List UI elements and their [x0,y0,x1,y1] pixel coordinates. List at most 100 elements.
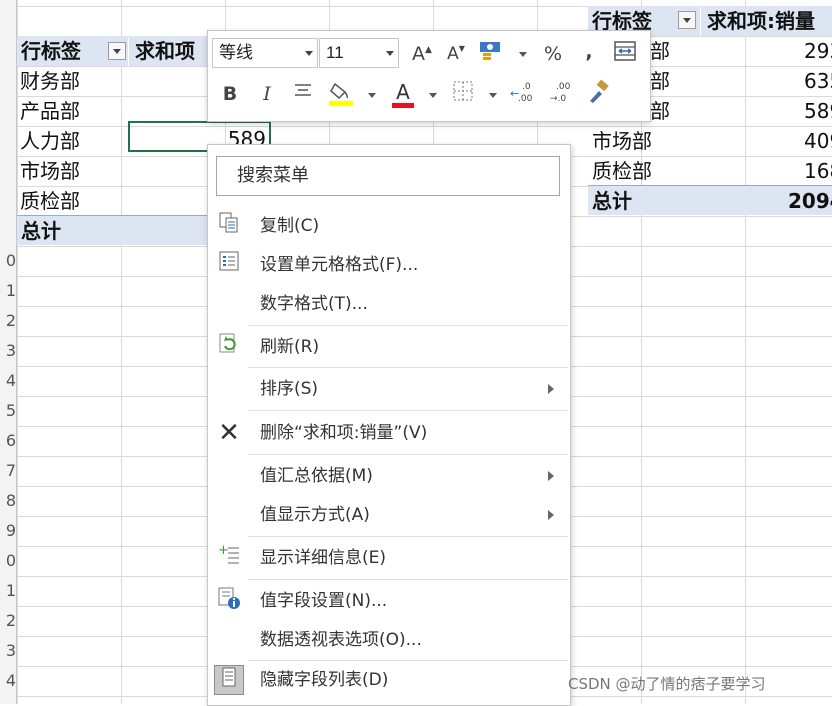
right-pivot-row-name[interactable]: 部 [650,96,700,126]
row-number[interactable]: 4 [0,366,16,396]
font-color-dropdown[interactable] [428,80,438,110]
row-number[interactable]: 9 [0,516,16,546]
left-pivot-row-name[interactable]: 人力部 [20,126,128,156]
align-center-button[interactable] [288,79,318,109]
menu-item-format-cells[interactable]: 设置单元格格式(F)... [208,246,570,284]
submenu-arrow-icon [548,471,554,481]
mini-format-toolbar: 等线 11 A▲ A▼ % , B I A ← .0 .00 .00 →.0 [207,30,651,122]
borders-dropdown[interactable] [488,80,498,110]
left-pivot-row-name[interactable]: 产品部 [20,96,128,126]
left-pivot-row-name[interactable]: 市场部 [20,156,128,186]
menu-item-show-details[interactable]: + 显示详细信息(E) [208,539,570,577]
fill-color-swatch [329,101,353,106]
menu-item-pivot-options[interactable]: 数据透视表选项(O)... [208,621,570,659]
menu-item-label: 设置单元格格式(F)... [260,255,419,275]
row-number[interactable]: 3 [0,336,16,366]
menu-separator [248,579,568,580]
chevron-down-icon [305,51,313,56]
menu-search-input[interactable]: 搜索菜单 [216,156,560,196]
submenu-arrow-icon [548,384,554,394]
row-number[interactable]: 8 [0,486,16,516]
menu-item-label: 复制(C) [260,216,320,236]
menu-item-label: 删除“求和项:销量”(V) [260,423,428,443]
show-details-icon: + [214,543,244,573]
borders-button[interactable] [448,79,478,109]
right-pivot-row-name[interactable]: 市场部 [592,126,700,156]
menu-item-label: 数据透视表选项(O)... [260,630,422,650]
merge-center-button[interactable] [610,39,640,69]
fill-color-button[interactable] [326,79,356,109]
right-pivot-value-header[interactable]: 求和项:销量 [701,6,832,36]
right-pivot-total-value: 2094 [788,189,832,213]
menu-item-label: 值字段设置(N)... [260,591,388,611]
right-pivot-row-name[interactable]: 质检部 [592,156,700,186]
menu-item-label: 刷新(R) [260,337,320,357]
menu-item-value-field-settings[interactable]: 值字段设置(N)... [208,582,570,620]
context-menu: 搜索菜单 复制(C) 设置单元格格式(F)... 数字格式(T)... 刷新(R… [207,144,571,706]
row-number[interactable]: 2 [0,306,16,336]
comma-style-button[interactable]: , [574,37,604,67]
delete-x-icon: ✕ [218,418,240,448]
menu-item-number-format[interactable]: 数字格式(T)... [208,285,570,323]
row-number[interactable]: 5 [0,396,16,426]
right-pivot-row-name[interactable]: 部 [650,36,700,66]
accounting-format-icon [480,42,500,60]
format-cells-icon [214,250,244,280]
shrink-font-button[interactable]: A▼ [441,39,471,69]
field-list-icon [214,665,244,695]
menu-item-label: 排序(S) [260,379,319,399]
menu-separator [248,536,568,537]
right-pivot-row-value[interactable]: 409 [804,126,832,156]
refresh-icon [214,332,244,362]
menu-item-hide-field-list[interactable]: 隐藏字段列表(D) [208,661,570,699]
grow-font-button[interactable]: A▲ [407,39,437,69]
decrease-decimal-button[interactable]: .00 →.0 [546,79,576,109]
bold-button[interactable]: B [215,79,245,109]
left-pivot-value-header[interactable]: 求和项 [129,36,207,66]
row-number[interactable]: 7 [0,456,16,486]
accounting-format-dropdown[interactable] [518,39,528,69]
right-pivot-row-name[interactable]: 部 [650,66,700,96]
menu-item-show-values-as[interactable]: 值显示方式(A) [208,496,570,534]
menu-item-copy[interactable]: 复制(C) [208,207,570,245]
left-pivot-row-name[interactable]: 质检部 [20,186,128,216]
italic-button[interactable]: I [252,79,282,109]
menu-item-label: 值显示方式(A) [260,505,370,525]
row-number[interactable]: 0 [0,246,16,276]
fill-color-dropdown[interactable] [367,80,377,110]
left-pivot-filter-button[interactable] [108,42,126,60]
row-number[interactable]: 1 [0,276,16,306]
right-pivot-row-value[interactable]: 635 [804,66,832,96]
right-pivot-row-value[interactable]: 168 [804,156,832,186]
right-pivot-row-value[interactable]: 293 [804,36,832,66]
menu-item-label: 显示详细信息(E) [260,548,387,568]
menu-item-summarize-by[interactable]: 值汇总依据(M) [208,457,570,495]
font-size-box[interactable]: 11 [319,38,399,68]
caret-up-icon: ▲ [425,45,432,55]
font-color-button[interactable]: A [388,77,418,108]
left-pivot-total-row[interactable]: 总计 [17,215,207,245]
accounting-format-button[interactable] [476,39,506,69]
percent-style-button[interactable]: % [538,39,568,69]
row-number[interactable]: 2 [0,606,16,636]
menu-item-refresh[interactable]: 刷新(R) [208,328,570,366]
left-pivot-row-name[interactable]: 财务部 [20,66,128,96]
row-number[interactable]: 0 [0,546,16,576]
row-number[interactable]: 6 [0,426,16,456]
menu-item-delete-field[interactable]: ✕ 删除“求和项:销量”(V) [208,414,570,452]
menu-item-label: 数字格式(T)... [260,294,368,314]
row-number[interactable]: 3 [0,636,16,666]
format-painter-button[interactable] [584,79,614,109]
row-number[interactable]: 1 [0,576,16,606]
row-number[interactable]: 4 [0,666,16,696]
font-name-box[interactable]: 等线 [212,38,318,68]
right-pivot-total-row[interactable]: 总计 2094 [588,185,832,215]
align-center-icon [295,84,311,96]
right-pivot-filter-button[interactable] [678,11,696,29]
increase-decimal-button[interactable]: ← .0 .00 [508,79,538,109]
menu-item-label: 值汇总依据(M) [260,466,373,486]
menu-separator [248,410,568,411]
chevron-down-icon [386,51,394,56]
right-pivot-row-value[interactable]: 589 [804,96,832,126]
menu-item-sort[interactable]: 排序(S) [208,370,570,408]
